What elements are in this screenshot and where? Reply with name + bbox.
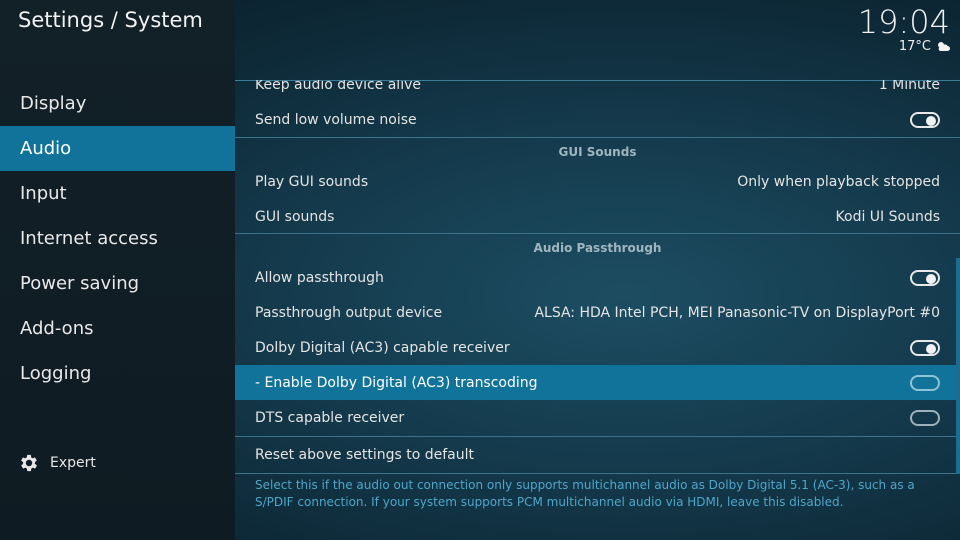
clock-weather: 19:04 17°C (858, 5, 950, 54)
page-title: Settings / System (18, 8, 203, 32)
setting-send-low-volume-noise[interactable]: Send low volume noise (235, 102, 960, 137)
group-header-gui-sounds: GUI Sounds (558, 145, 637, 159)
toggle-switch-on[interactable] (910, 111, 940, 128)
group-header-audio-passthrough: Audio Passthrough (533, 241, 662, 255)
partly-cloudy-icon (938, 42, 950, 51)
toggle-knob (926, 273, 936, 284)
setting-description: Select this if the audio out connection … (255, 478, 915, 509)
sidebar-item-input[interactable]: Input (0, 171, 235, 216)
setting-label: GUI sounds (255, 208, 335, 225)
reset-settings-button[interactable]: Reset above settings to default (235, 437, 960, 472)
setting-keep-audio-device-alive[interactable]: Keep audio device alive 1 Minute (235, 80, 960, 102)
sidebar-item-add-ons[interactable]: Add-ons (0, 306, 235, 351)
sidebar-item-display[interactable]: Display (0, 81, 235, 126)
setting-gui-sounds[interactable]: GUI sounds Kodi UI Sounds (235, 199, 960, 234)
setting-label: - Enable Dolby Digital (AC3) transcoding (255, 374, 538, 391)
category-menu: Display Audio Input Internet access Powe… (0, 81, 235, 396)
setting-value: 1 Minute (878, 80, 940, 93)
setting-passthrough-output-device[interactable]: Passthrough output device ALSA: HDA Inte… (235, 295, 960, 330)
expert-level-button[interactable]: Expert (18, 451, 96, 475)
gear-icon (21, 454, 37, 472)
sidebar-item-power-saving[interactable]: Power saving (0, 261, 235, 306)
sidebar-item-logging[interactable]: Logging (0, 351, 235, 396)
setting-label: DTS capable receiver (255, 409, 405, 426)
sidebar-item-internet-access[interactable]: Internet access (0, 216, 235, 261)
setting-allow-passthrough[interactable]: Allow passthrough (235, 260, 960, 295)
toggle-knob (926, 343, 936, 354)
toggle-switch-on[interactable] (910, 269, 940, 286)
setting-label: Keep audio device alive (255, 80, 421, 93)
setting-value: ALSA: HDA Intel PCH, MEI Panasonic-TV on… (534, 304, 940, 321)
setting-label: Dolby Digital (AC3) capable receiver (255, 339, 510, 356)
weather: 17°C (858, 39, 950, 54)
setting-label: Play GUI sounds (255, 173, 369, 190)
scrollbar[interactable] (956, 258, 960, 474)
temperature: 17°C (898, 39, 931, 54)
toggle-switch-off[interactable] (910, 409, 940, 426)
expert-label: Expert (50, 455, 96, 471)
setting-label: Reset above settings to default (255, 446, 474, 463)
toggle-switch-off[interactable] (910, 374, 940, 391)
section-divider (235, 473, 960, 474)
setting-label: Allow passthrough (255, 269, 384, 286)
toggle-switch-on[interactable] (910, 339, 940, 356)
setting-value: Only when playback stopped (737, 173, 940, 190)
setting-dts-capable-receiver[interactable]: DTS capable receiver (235, 400, 960, 435)
sidebar-item-audio[interactable]: Audio (0, 126, 235, 171)
toggle-knob (926, 115, 936, 126)
setting-ac3-capable-receiver[interactable]: Dolby Digital (AC3) capable receiver (235, 330, 960, 365)
setting-label: Send low volume noise (255, 111, 417, 128)
setting-play-gui-sounds[interactable]: Play GUI sounds Only when playback stopp… (235, 164, 960, 199)
setting-label: Passthrough output device (255, 304, 443, 321)
settings-list: Keep audio device alive 1 Minute Send lo… (235, 80, 960, 474)
setting-enable-ac3-transcoding[interactable]: - Enable Dolby Digital (AC3) transcoding (235, 365, 960, 400)
sidebar: Settings / System Display Audio Input In… (0, 0, 235, 540)
clock-time: 19:04 (857, 3, 950, 41)
setting-value: Kodi UI Sounds (835, 208, 940, 225)
